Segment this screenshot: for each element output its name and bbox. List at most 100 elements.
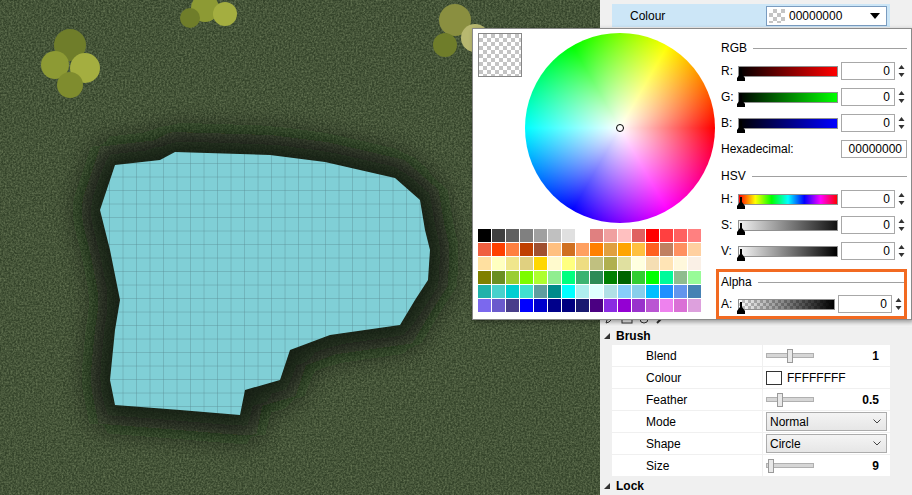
palette-swatch[interactable] [576,299,589,312]
palette-swatch[interactable] [576,243,589,256]
palette-swatch[interactable] [492,257,505,270]
palette-swatch[interactable] [646,257,659,270]
palette-swatch[interactable] [562,299,575,312]
slider-thumb-icon[interactable] [737,223,745,235]
slider-thumb-icon[interactable] [737,121,745,133]
channel-slider[interactable] [738,189,838,209]
channel-slider[interactable] [738,87,838,107]
palette-swatch[interactable] [688,285,701,298]
number-spinner[interactable]: 0 [841,242,907,260]
property-value[interactable]: FFFFFFFF [763,367,890,389]
palette-swatch[interactable] [674,299,687,312]
spinner-value[interactable]: 0 [838,295,892,313]
palette-swatch[interactable] [646,285,659,298]
slider-thumb-icon[interactable] [737,69,745,81]
palette-swatch[interactable] [562,257,575,270]
palette-swatch[interactable] [660,299,673,312]
palette-swatch[interactable] [688,257,701,270]
number-spinner[interactable]: 0 [838,295,904,313]
palette-swatch[interactable] [478,257,491,270]
slider-thumb-icon[interactable] [737,302,745,314]
value-slider[interactable] [766,348,814,364]
spinner-value[interactable]: 0 [841,114,895,132]
spinner-value[interactable]: 0 [841,216,895,234]
spin-down-icon[interactable] [897,251,906,259]
palette-swatch[interactable] [548,257,561,270]
spin-down-icon[interactable] [894,304,903,312]
number-spinner[interactable]: 0 [841,190,907,208]
palette-swatch[interactable] [632,299,645,312]
spin-down-icon[interactable] [897,225,906,233]
palette-swatch[interactable] [604,285,617,298]
spinner-value[interactable]: 0 [841,190,895,208]
spin-down-icon[interactable] [897,97,906,105]
spin-up-icon[interactable] [897,89,906,97]
spin-down-icon[interactable] [897,71,906,79]
spin-down-icon[interactable] [897,123,906,131]
palette-swatch[interactable] [632,285,645,298]
spinner-value[interactable]: 0 [841,62,895,80]
palette-swatch[interactable] [576,285,589,298]
property-row[interactable]: ModeNormal [600,411,912,433]
property-row[interactable]: Blend1 [600,345,912,367]
palette-swatch[interactable] [632,243,645,256]
channel-slider[interactable] [738,113,838,133]
wheel-marker[interactable] [616,124,624,132]
spin-up-icon[interactable] [897,115,906,123]
channel-slider[interactable] [738,294,835,314]
palette-swatch[interactable] [478,299,491,312]
number-spinner[interactable]: 0 [841,114,907,132]
palette-swatch[interactable] [548,285,561,298]
palette-swatch[interactable] [618,229,631,242]
palette-swatch[interactable] [618,299,631,312]
colour-swatch[interactable] [766,371,782,385]
palette-swatch[interactable] [590,285,603,298]
palette-swatch[interactable] [674,271,687,284]
palette-swatch[interactable] [632,257,645,270]
palette-swatch[interactable] [688,299,701,312]
palette-swatch[interactable] [604,299,617,312]
channel-slider[interactable] [738,215,838,235]
palette-swatch[interactable] [478,285,491,298]
palette-swatch[interactable] [576,271,589,284]
palette-swatch[interactable] [618,243,631,256]
palette-swatch[interactable] [534,271,547,284]
palette-swatch[interactable] [660,271,673,284]
palette-swatch[interactable] [492,271,505,284]
spinner-value[interactable]: 0 [841,88,895,106]
palette-swatch[interactable] [520,243,533,256]
slider-thumb[interactable] [777,393,783,407]
hex-input[interactable]: 00000000 [841,140,907,158]
spin-up-icon[interactable] [897,191,906,199]
property-value[interactable]: 1 [763,345,890,367]
chevron-down-icon[interactable] [873,441,881,446]
spin-up-icon[interactable] [897,63,906,71]
palette-swatch[interactable] [576,257,589,270]
palette-swatch[interactable] [520,299,533,312]
palette-swatch[interactable] [478,229,491,242]
slider-thumb-icon[interactable] [737,249,745,261]
number-spinner[interactable]: 0 [841,216,907,234]
palette-swatch[interactable] [520,271,533,284]
palette-swatch[interactable] [506,243,519,256]
palette-swatch[interactable] [562,229,575,242]
palette-swatch[interactable] [660,229,673,242]
property-value[interactable]: 00000000 [763,4,890,28]
slider-thumb-icon[interactable] [737,95,745,107]
property-row[interactable]: Feather0.5 [600,389,912,411]
value-slider[interactable] [766,458,814,474]
palette-swatch[interactable] [618,285,631,298]
palette-swatch[interactable] [632,271,645,284]
palette-swatch[interactable] [660,257,673,270]
spinner-value[interactable]: 0 [841,242,895,260]
value-slider[interactable] [766,392,814,408]
palette-swatch[interactable] [548,229,561,242]
palette-swatch[interactable] [590,271,603,284]
palette-swatch[interactable] [688,243,701,256]
spin-down-icon[interactable] [897,199,906,207]
palette-swatch[interactable] [520,257,533,270]
palette-swatch[interactable] [520,285,533,298]
expander-icon[interactable] [603,332,611,340]
palette-swatch[interactable] [534,243,547,256]
palette-swatch[interactable] [646,243,659,256]
